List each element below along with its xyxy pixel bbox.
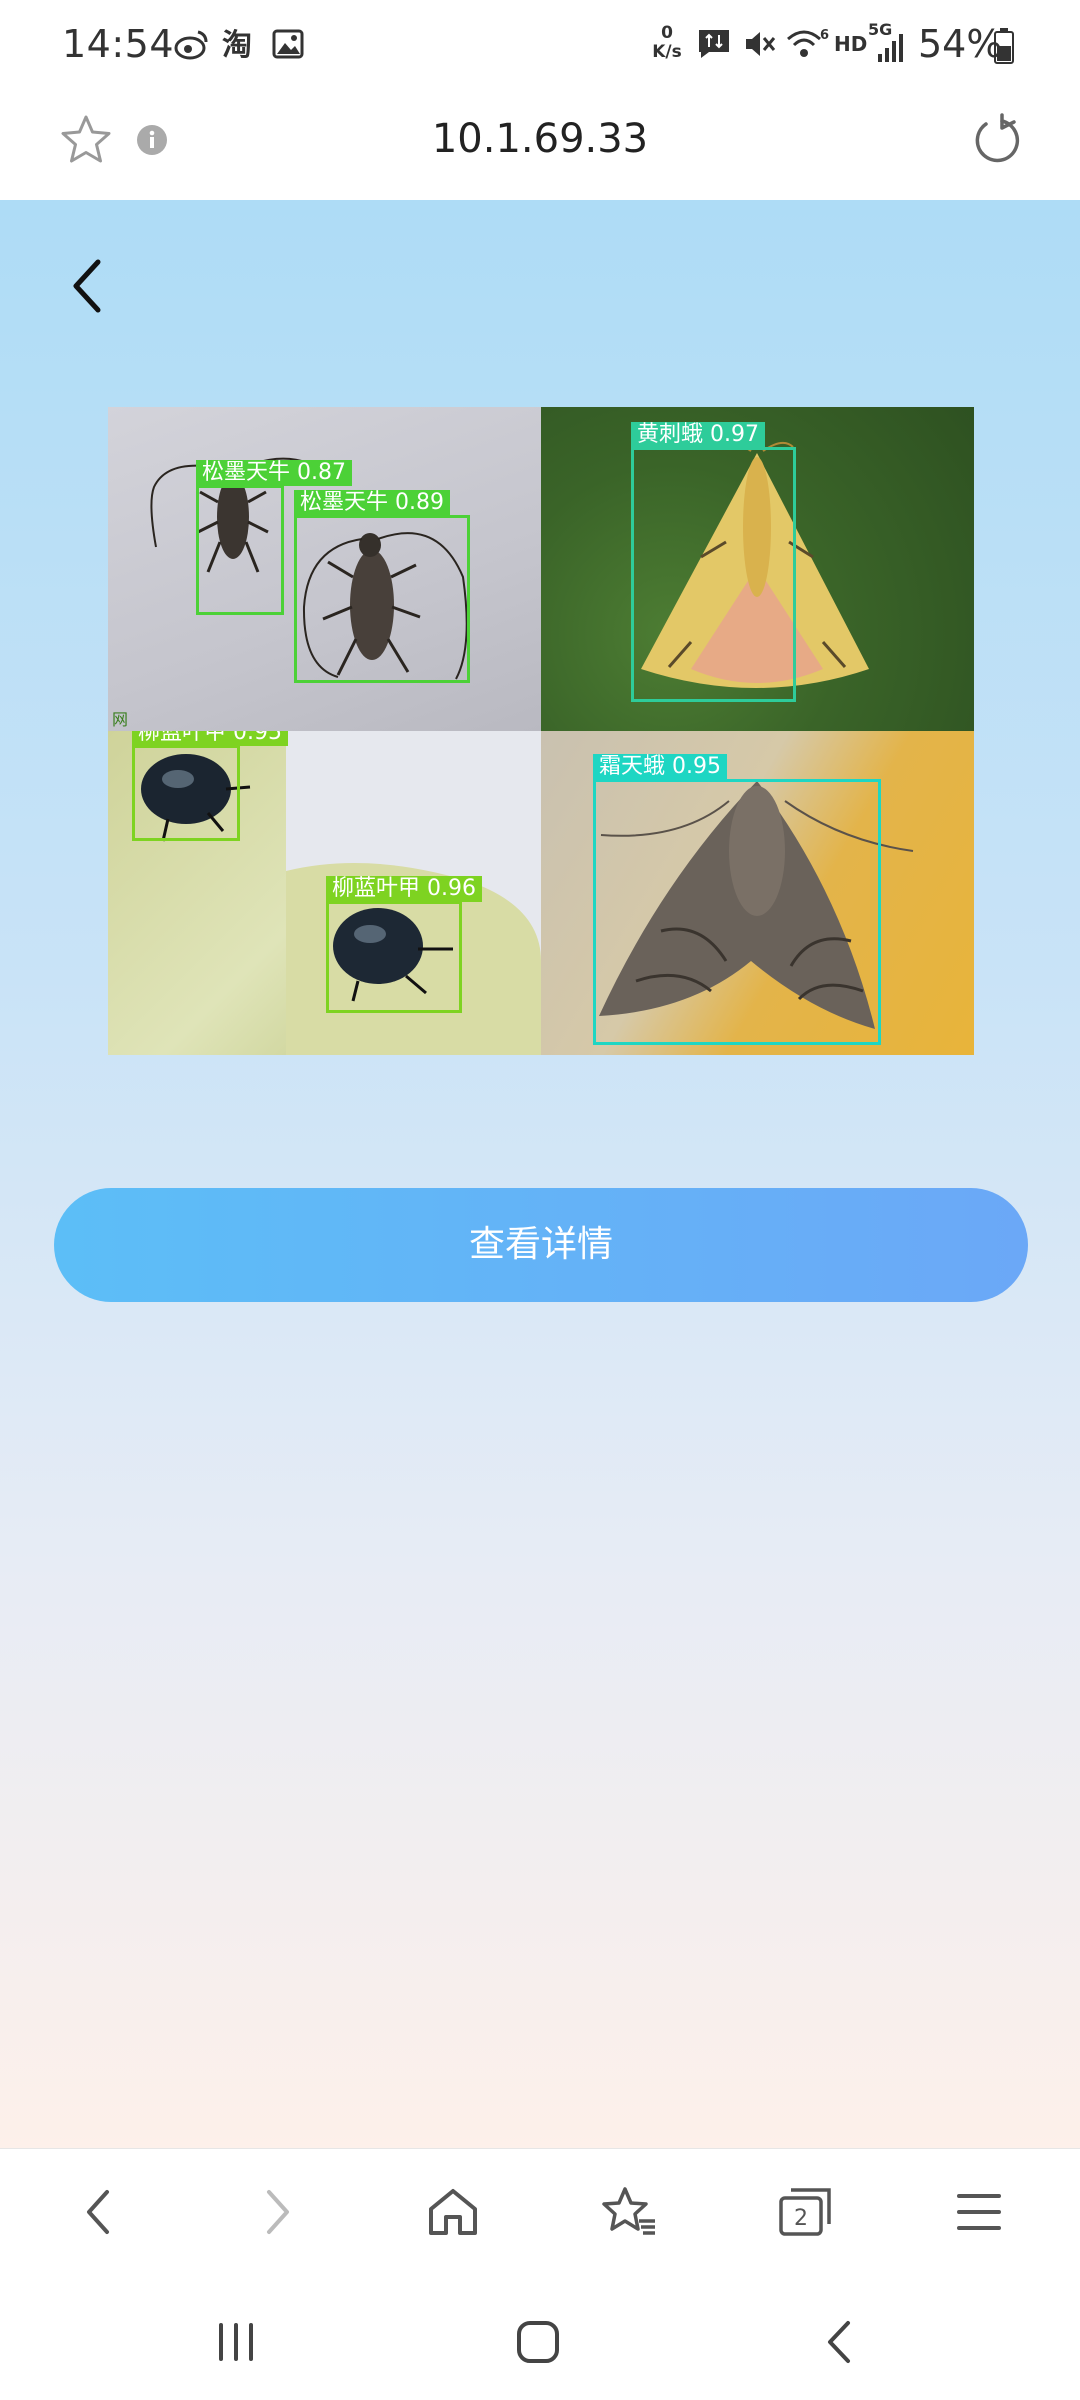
bookmarks-icon[interactable] xyxy=(594,2177,664,2247)
svg-text:淘: 淘 xyxy=(222,28,252,61)
detection-box: 黄刺蛾 0.97 xyxy=(631,422,796,702)
system-navigation-bar xyxy=(0,2274,1080,2400)
recent-apps-icon[interactable] xyxy=(206,2312,266,2372)
network-speed: 0 K/s xyxy=(652,23,682,62)
detection-box: 霜天蛾 0.95 xyxy=(593,754,881,1045)
tabs-icon[interactable]: 2 xyxy=(770,2177,840,2247)
detection-box: 松墨天牛 0.89 xyxy=(294,490,470,683)
taobao-icon: 淘 xyxy=(220,26,260,62)
system-back-icon[interactable] xyxy=(810,2312,870,2372)
wifi-icon: 6 xyxy=(784,26,832,62)
gallery-icon xyxy=(268,26,308,62)
quadrant-longhorn-beetles: 网 松墨天牛 0.87 松墨天牛 0.89 xyxy=(108,407,541,731)
back-icon[interactable] xyxy=(64,2177,134,2247)
hd-indicator: HD xyxy=(834,32,868,56)
detection-label: 霜天蛾 0.95 xyxy=(593,754,727,780)
detection-label: 松墨天牛 0.89 xyxy=(294,490,450,516)
battery-icon xyxy=(994,28,1014,64)
detection-box: 柳蓝叶甲 0.95 xyxy=(132,731,288,841)
quadrant-leaf-beetles: 柳蓝叶甲 0.95 柳蓝叶甲 0.96 xyxy=(108,731,541,1055)
detection-label: 松墨天牛 0.87 xyxy=(196,460,352,486)
browser-toolbar: 2 xyxy=(0,2148,1080,2275)
status-bar: 14:54 淘 0 K/s 6 HD 5G 54% xyxy=(0,0,1080,90)
reload-icon[interactable] xyxy=(968,112,1026,170)
signal-icon: 5G xyxy=(868,20,908,66)
svg-text:2: 2 xyxy=(794,2206,808,2231)
detection-label: 黄刺蛾 0.97 xyxy=(631,422,765,448)
menu-icon[interactable] xyxy=(944,2177,1014,2247)
home-button-icon[interactable] xyxy=(508,2312,568,2372)
url-text[interactable]: 10.1.69.33 xyxy=(0,90,1080,188)
quadrant-hawk-moth: 霜天蛾 0.95 xyxy=(541,731,974,1055)
mute-icon xyxy=(740,26,780,62)
detection-box: 松墨天牛 0.87 xyxy=(196,460,352,615)
detection-label: 柳蓝叶甲 0.95 xyxy=(132,731,288,746)
data-transfer-icon xyxy=(694,26,734,62)
back-arrow-icon[interactable] xyxy=(60,252,116,322)
detection-result-image: 网 松墨天牛 0.87 松墨天牛 0.89 黄刺蛾 0.97 柳蓝叶甲 0.95… xyxy=(108,407,974,1055)
view-details-button[interactable]: 查看详情 xyxy=(54,1188,1028,1302)
battery-percent: 54% xyxy=(918,22,1003,66)
weibo-icon xyxy=(172,26,212,62)
home-icon[interactable] xyxy=(418,2177,488,2247)
quadrant-yellow-moth: 黄刺蛾 0.97 xyxy=(541,407,974,731)
svg-text:6: 6 xyxy=(820,28,829,43)
detection-label: 柳蓝叶甲 0.96 xyxy=(326,876,482,902)
forward-icon[interactable] xyxy=(242,2177,312,2247)
detection-box: 柳蓝叶甲 0.96 xyxy=(326,876,482,1013)
svg-text:网: 网 xyxy=(112,710,128,729)
status-time: 14:54 xyxy=(62,22,175,66)
browser-url-bar: 10.1.69.33 xyxy=(0,90,1080,200)
